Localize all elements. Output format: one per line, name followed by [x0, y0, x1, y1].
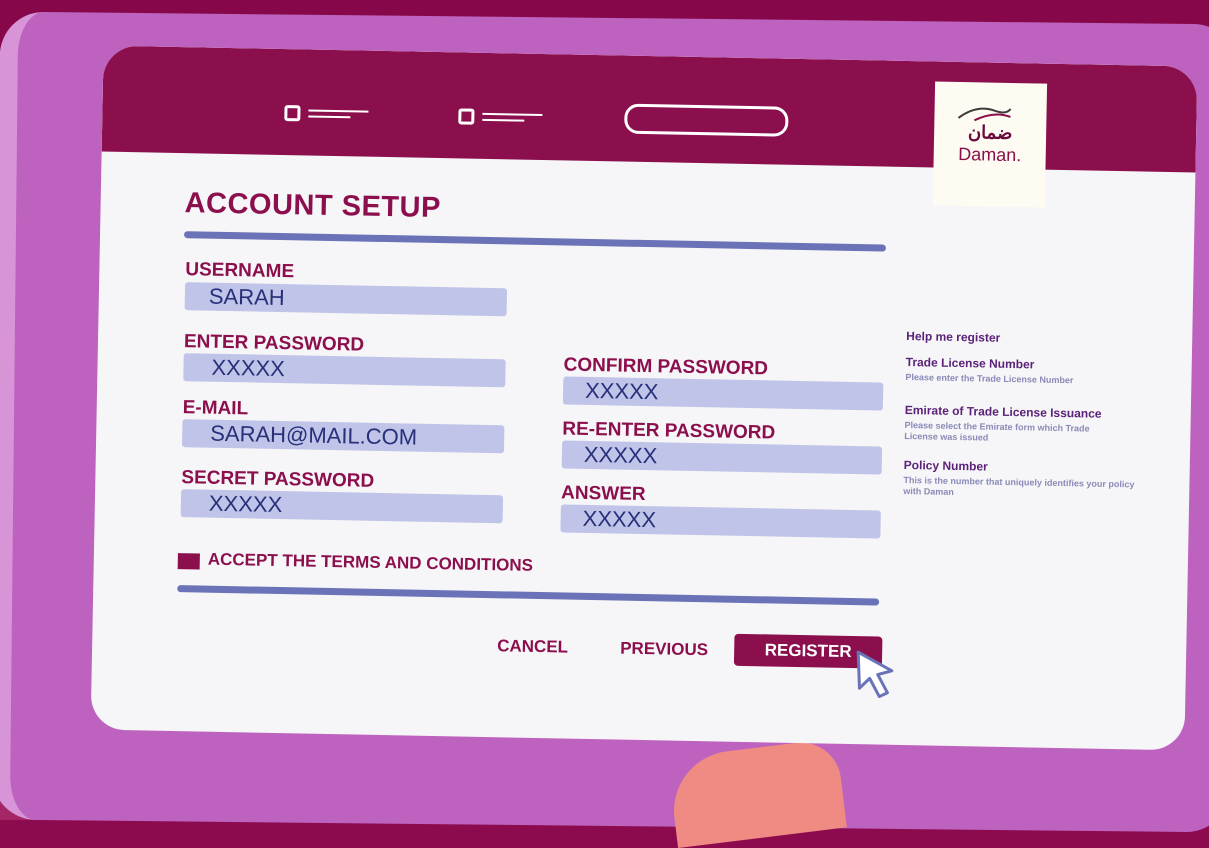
reenter-password-input[interactable] — [561, 440, 883, 475]
nav-line-icon — [308, 115, 351, 119]
help-item-text: Please enter the Trade License Number — [905, 372, 1074, 386]
nav-checkbox-icon — [458, 108, 475, 125]
nav-line-icon — [482, 112, 543, 116]
tablet-screen: ضمان Daman. ACCOUNT SETUP USERNAME ENTER… — [90, 45, 1198, 751]
username-label: USERNAME — [185, 259, 295, 283]
previous-button[interactable]: PREVIOUS — [620, 639, 708, 661]
form-divider — [177, 585, 880, 606]
answer-input[interactable] — [560, 504, 881, 539]
accept-terms-checkbox[interactable] — [177, 553, 200, 570]
enter-password-input[interactable] — [183, 353, 506, 388]
confirm-password-input[interactable] — [562, 376, 884, 411]
logo-arabic-text: ضمان — [967, 122, 1013, 144]
daman-logo: ضمان Daman. — [932, 81, 1048, 208]
email-input[interactable] — [181, 419, 505, 454]
email-label: E-MAIL — [182, 397, 249, 420]
logo-english-text: Daman. — [958, 143, 1022, 166]
username-input[interactable] — [184, 282, 508, 317]
help-item-text: This is the number that uniquely identif… — [903, 474, 1135, 497]
nav-item-1[interactable] — [284, 105, 370, 127]
nav-line-icon — [482, 118, 525, 122]
help-item-text: Please select the Emirate form which Tra… — [904, 420, 1090, 443]
help-item-title: Trade License Number — [905, 355, 1035, 372]
help-item-title: Policy Number — [903, 458, 988, 474]
help-item-title: Emirate of Trade License Issuance — [904, 403, 1102, 421]
accept-terms-label: ACCEPT THE TERMS AND CONDITIONS — [207, 549, 534, 575]
page-title: ACCOUNT SETUP — [184, 187, 442, 225]
help-heading: Help me register — [906, 329, 1001, 345]
nav-line-icon — [308, 109, 369, 113]
answer-label: ANSWER — [560, 482, 646, 506]
search-bar[interactable] — [624, 103, 789, 137]
nav-checkbox-icon — [284, 105, 301, 122]
title-divider — [183, 231, 886, 252]
help-panel: Help me register Trade License Number Pl… — [903, 329, 1151, 502]
nav-item-2[interactable] — [458, 108, 544, 130]
cancel-button[interactable]: CANCEL — [497, 636, 568, 657]
mouse-pointer-icon — [856, 650, 894, 699]
secret-password-input[interactable] — [180, 489, 504, 524]
